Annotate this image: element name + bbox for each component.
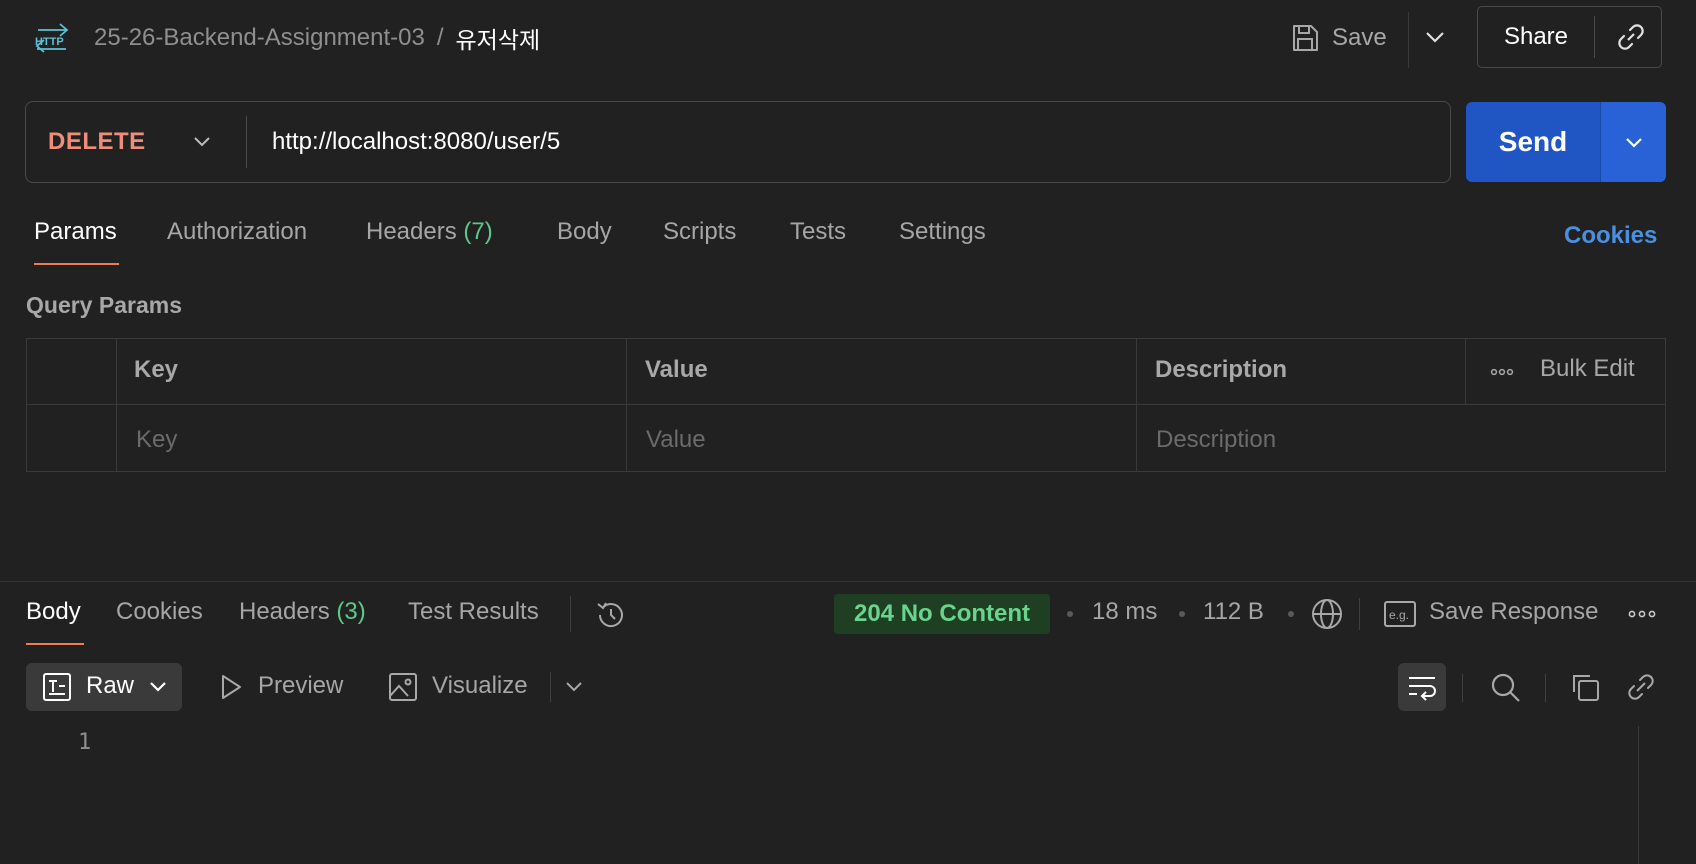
visualize-button[interactable]: Visualize	[432, 672, 528, 700]
url-input[interactable]	[272, 116, 1432, 168]
column-header-value: Value	[645, 356, 708, 383]
history-icon[interactable]	[594, 598, 628, 632]
save-button[interactable]: Save	[1290, 18, 1387, 58]
param-key-input[interactable]	[136, 420, 606, 460]
bulk-edit-button[interactable]: Bulk Edit	[1540, 355, 1635, 383]
editor-scrollbar[interactable]	[1638, 726, 1639, 864]
method-chevron-down-icon[interactable]	[188, 128, 216, 156]
column-header-description: Description	[1155, 356, 1288, 383]
tab-authorization[interactable]: Authorization	[167, 218, 307, 250]
save-response-button[interactable]: Save Response	[1429, 598, 1598, 626]
active-tab-indicator	[34, 263, 119, 265]
save-options-chevron-icon[interactable]	[1420, 22, 1450, 52]
meta-divider	[1359, 598, 1360, 630]
param-value-input[interactable]	[646, 420, 1116, 460]
response-size[interactable]: 112 B	[1203, 598, 1264, 626]
response-tab-cookies[interactable]: Cookies	[116, 598, 203, 626]
column-divider	[1465, 338, 1466, 404]
line-number: 1	[78, 730, 92, 755]
send-options-button[interactable]	[1601, 102, 1666, 182]
toolbar-divider	[550, 672, 551, 702]
format-label: Raw	[86, 672, 135, 699]
wrap-icon	[1405, 670, 1439, 704]
cookies-link[interactable]: Cookies	[1564, 222, 1657, 250]
example-icon[interactable]: e.g.	[1384, 601, 1416, 627]
column-divider	[116, 338, 117, 472]
save-label: Save	[1332, 24, 1387, 51]
url-divider	[246, 116, 247, 168]
column-header-key: Key	[134, 356, 179, 383]
breadcrumb-separator: /	[436, 24, 444, 51]
toolbar-divider	[1545, 674, 1546, 702]
search-icon[interactable]	[1488, 670, 1522, 704]
save-divider	[1408, 12, 1409, 68]
svg-text:e.g.: e.g.	[1389, 608, 1409, 622]
response-tab-headers-count: (3)	[336, 598, 366, 625]
chevron-down-icon	[1621, 129, 1647, 155]
copy-icon[interactable]	[1568, 670, 1602, 704]
send-button[interactable]: Send	[1466, 102, 1600, 182]
link-icon	[1615, 21, 1647, 53]
response-body-editor[interactable]	[110, 728, 1640, 864]
tab-headers-count: (7)	[463, 218, 493, 245]
more-options-icon[interactable]	[1628, 605, 1656, 623]
response-tab-headers[interactable]: Headers (3)	[239, 598, 366, 626]
column-divider	[626, 338, 627, 472]
tab-params[interactable]: Params	[34, 218, 117, 250]
play-icon[interactable]	[218, 673, 244, 701]
response-tab-test-results[interactable]: Test Results	[408, 598, 539, 626]
share-divider	[1594, 16, 1595, 58]
breadcrumb: 25-26-Backend-Assignment-03 / 유저삭제	[94, 20, 540, 56]
param-description-input[interactable]	[1156, 420, 1646, 460]
save-icon	[1290, 23, 1320, 53]
breadcrumb-collection[interactable]: 25-26-Backend-Assignment-03	[94, 24, 425, 52]
copy-link-button[interactable]	[1600, 6, 1662, 68]
separator-dot	[1288, 611, 1294, 617]
response-time[interactable]: 18 ms	[1092, 598, 1157, 626]
status-badge[interactable]: 204 No Content	[834, 594, 1050, 634]
image-icon[interactable]	[388, 672, 418, 702]
chevron-down-icon	[146, 675, 170, 699]
separator-dot	[1067, 611, 1073, 617]
link-icon[interactable]	[1624, 670, 1658, 704]
response-divider[interactable]	[0, 581, 1696, 582]
active-response-tab-indicator	[26, 643, 84, 645]
tab-tests[interactable]: Tests	[790, 218, 846, 250]
http-icon: HTTP	[34, 22, 70, 54]
request-name[interactable]: 유저삭제	[456, 21, 541, 55]
response-tab-body[interactable]: Body	[26, 598, 81, 626]
response-tab-headers-label: Headers	[239, 598, 330, 625]
column-divider	[1136, 338, 1137, 472]
tab-scripts[interactable]: Scripts	[663, 218, 736, 250]
method-select[interactable]: DELETE	[48, 118, 146, 166]
globe-icon[interactable]	[1310, 597, 1344, 631]
text-format-icon	[42, 672, 72, 702]
response-tabs-divider	[570, 596, 571, 632]
preview-button[interactable]: Preview	[258, 672, 343, 700]
query-params-title: Query Params	[26, 292, 182, 318]
tab-headers[interactable]: Headers (7)	[366, 218, 493, 250]
separator-dot	[1179, 611, 1185, 617]
tab-headers-label: Headers	[366, 218, 457, 245]
share-button[interactable]: Share	[1477, 6, 1595, 68]
visualize-options-chevron-icon[interactable]	[562, 675, 586, 699]
tab-body[interactable]: Body	[557, 218, 612, 250]
table-row-divider	[26, 404, 1666, 405]
more-options-icon[interactable]	[1490, 362, 1514, 382]
tab-settings[interactable]: Settings	[899, 218, 986, 250]
toolbar-divider	[1462, 674, 1463, 702]
